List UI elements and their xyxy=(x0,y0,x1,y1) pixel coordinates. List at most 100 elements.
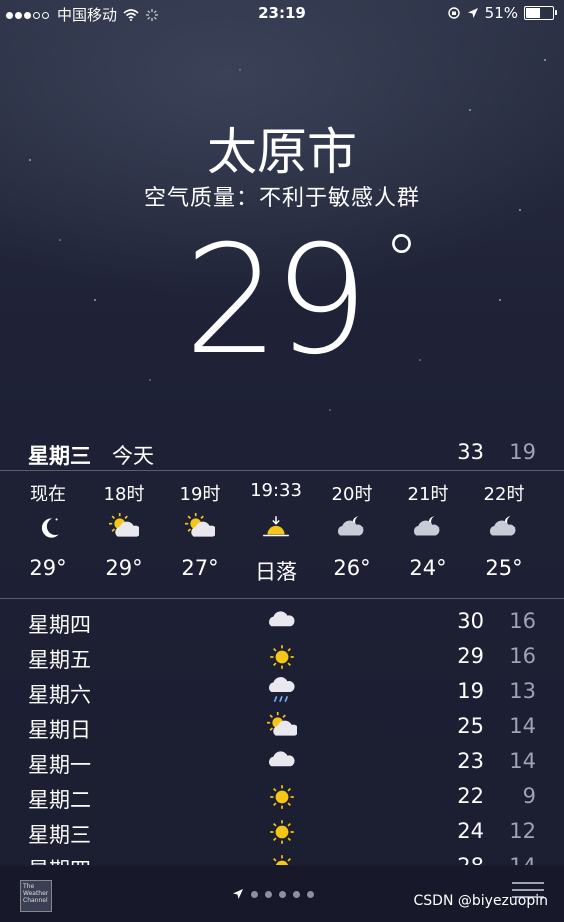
sun-icon xyxy=(266,782,298,812)
status-bar: 中国移动 23:19 51% xyxy=(0,0,564,28)
current-temperature-value: 29 xyxy=(184,214,369,388)
divider xyxy=(0,598,564,599)
hourly-item: 21时 24° xyxy=(390,472,466,580)
hourly-time: 19时 xyxy=(179,484,221,505)
daily-high: 28 xyxy=(444,854,484,865)
page-indicator[interactable] xyxy=(232,888,314,900)
daily-high: 23 xyxy=(457,749,484,773)
air-quality-label: 空气质量：不利于敏感人群 xyxy=(143,186,420,211)
daily-row: 星期日 25 14 xyxy=(0,710,564,745)
daily-high: 29 xyxy=(457,644,484,668)
battery-icon xyxy=(524,6,557,20)
partly-cloudy-night-icon xyxy=(390,506,466,550)
daily-row: 星期四 28 14 xyxy=(0,850,564,865)
hourly-time: 22时 xyxy=(483,484,525,505)
hourly-value: 29° xyxy=(29,556,67,580)
hourly-time: 18时 xyxy=(103,484,145,505)
daily-high: 24 xyxy=(457,819,484,843)
daily-low: 14 xyxy=(509,714,536,738)
daily-weekday: 星期二 xyxy=(28,788,91,812)
hourly-forecast[interactable]: 现在 29° 18时 29° 19时 27° 19:33 日落 20时 26° 21时 24° 22时 2… xyxy=(0,472,564,598)
page-dot[interactable] xyxy=(251,890,258,898)
daily-weekday: 星期三 xyxy=(28,823,91,847)
page-dot[interactable] xyxy=(293,890,300,898)
today-summary: 星期三 今天 33 19 xyxy=(0,438,564,470)
daily-row: 星期四 30 16 xyxy=(0,605,564,640)
daily-weekday: 星期四 xyxy=(28,613,91,637)
status-right: 51% xyxy=(447,4,557,22)
hourly-item: 19时 27° xyxy=(162,472,238,580)
daily-row: 星期五 29 16 xyxy=(0,640,564,675)
hourly-time: 2 xyxy=(542,480,564,506)
hourly-time: 20时 xyxy=(331,484,373,505)
hourly-time: 19:33 xyxy=(250,480,302,501)
hourly-item: 现在 29° xyxy=(10,472,86,580)
daily-low: 16 xyxy=(509,609,536,633)
today-high: 33 xyxy=(457,440,484,464)
partly-sunny-icon xyxy=(86,506,162,550)
daily-weekday: 星期五 xyxy=(28,648,91,672)
today-label: 今天 xyxy=(112,444,154,468)
current-temperature: 29 ° xyxy=(184,226,419,376)
daily-high: 19 xyxy=(457,679,484,703)
page-dot[interactable] xyxy=(279,890,286,898)
daily-low: 13 xyxy=(509,679,536,703)
daily-weekday: 星期一 xyxy=(28,753,91,777)
sun-icon xyxy=(266,852,298,865)
hourly-item: 18时 29° xyxy=(86,472,162,580)
hourly-time: 21时 xyxy=(407,484,449,505)
page-dot[interactable] xyxy=(307,890,314,898)
daily-low: 14 xyxy=(509,749,536,773)
partly-sunny-icon xyxy=(266,712,298,742)
daily-row: 星期六 19 13 xyxy=(0,675,564,710)
hourly-item: 20时 26° xyxy=(314,472,390,580)
today-weekday: 星期三 xyxy=(28,444,91,468)
hourly-value: 26° xyxy=(333,556,371,580)
page-dot[interactable] xyxy=(265,890,272,898)
today-low: 19 xyxy=(509,440,536,464)
hourly-item: 22时 25° xyxy=(466,472,542,580)
partly-cloudy-night-icon xyxy=(466,506,542,550)
hourly-time: 现在 xyxy=(30,484,66,505)
hourly-value: 29° xyxy=(105,556,143,580)
bottom-toolbar: The Weather Channel CSDN @biyezuopin xyxy=(0,866,564,922)
moon-icon xyxy=(10,506,86,550)
daily-forecast-list[interactable]: 星期四 30 16 星期五 29 16 星期六 19 13 星期日 25 14 星期一 23 14 星期二 22… xyxy=(0,605,564,865)
hourly-item: 2 xyxy=(542,472,564,556)
daily-low: 9 xyxy=(522,784,536,808)
degree-symbol: ° xyxy=(384,220,419,302)
rain-icon xyxy=(266,677,298,707)
weather-icon xyxy=(542,506,564,550)
weather-channel-logo[interactable]: The Weather Channel xyxy=(20,880,52,912)
location-arrow-icon xyxy=(233,889,243,899)
hourly-value: 27° xyxy=(181,556,219,580)
cloud-icon xyxy=(266,747,298,777)
daily-low: 14 xyxy=(496,854,536,865)
hourly-value: 日落 xyxy=(255,560,297,584)
daily-row: 星期二 22 9 xyxy=(0,780,564,815)
cloud-icon xyxy=(266,607,298,637)
partly-sunny-icon xyxy=(162,506,238,550)
hourly-value: 24° xyxy=(409,556,447,580)
daily-row: 星期三 24 12 xyxy=(0,815,564,850)
daily-high: 30 xyxy=(457,609,484,633)
daily-weekday: 星期六 xyxy=(28,683,91,707)
daily-weekday: 星期日 xyxy=(28,718,91,742)
city-name: 太原市 xyxy=(207,123,357,181)
orientation-lock-icon xyxy=(447,7,460,19)
daily-high: 22 xyxy=(457,784,484,808)
hourly-item: 19:33 日落 xyxy=(238,472,314,586)
sunset-icon xyxy=(238,506,314,550)
daily-weekday: 星期四 xyxy=(28,854,91,865)
location-arrow-icon xyxy=(467,8,478,18)
sun-icon xyxy=(266,817,298,847)
daily-low: 16 xyxy=(509,644,536,668)
sun-icon xyxy=(266,642,298,672)
divider xyxy=(0,470,564,471)
hourly-value: 25° xyxy=(485,556,523,580)
partly-cloudy-night-icon xyxy=(314,506,390,550)
daily-row: 星期一 23 14 xyxy=(0,745,564,780)
daily-low: 12 xyxy=(509,819,536,843)
battery-percent: 51% xyxy=(484,4,518,22)
daily-high: 25 xyxy=(457,714,484,738)
